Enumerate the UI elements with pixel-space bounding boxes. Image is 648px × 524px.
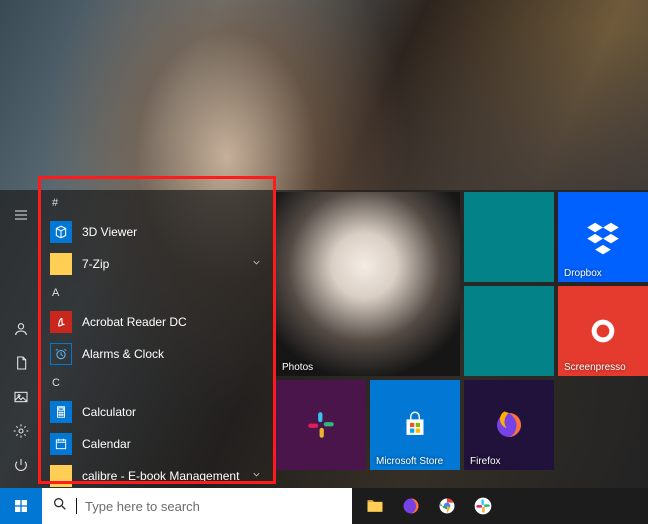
power-icon[interactable] [0, 448, 42, 482]
app-item-alarms[interactable]: Alarms & Clock [42, 338, 268, 370]
tile-label: Microsoft Store [376, 456, 443, 467]
section-head-a[interactable]: A [42, 280, 268, 306]
tile-area: Photos Dropbox Screenpresso Microsoft St… [272, 190, 648, 488]
app-item-3d-viewer[interactable]: 3D Viewer [42, 216, 268, 248]
app-label: Calendar [82, 437, 131, 451]
app-label: 7-Zip [82, 257, 109, 271]
section-head-c[interactable]: C [42, 370, 268, 396]
app-item-7zip[interactable]: 7-Zip [42, 248, 268, 280]
acrobat-icon [50, 311, 72, 333]
calendar-icon [50, 433, 72, 455]
settings-icon[interactable] [0, 414, 42, 448]
app-label: Acrobat Reader DC [82, 315, 187, 329]
app-label: Alarms & Clock [82, 347, 164, 361]
start-rail [0, 190, 42, 488]
pictures-icon[interactable] [0, 380, 42, 414]
tile-microsoft-store[interactable]: Microsoft Store [370, 380, 460, 470]
search-icon [52, 496, 68, 517]
taskbar-file-explorer[interactable] [358, 488, 392, 524]
taskbar-pinned-apps [352, 488, 500, 524]
folder-icon [50, 253, 72, 275]
tile-label: Dropbox [564, 268, 602, 279]
tile-dropbox[interactable]: Dropbox [558, 192, 648, 282]
tile-label: Screenpresso [564, 362, 626, 373]
tile-firefox[interactable]: Firefox [464, 380, 554, 470]
chevron-down-icon [251, 469, 262, 483]
section-head-hash[interactable]: # [42, 190, 268, 216]
tile-unknown-teal-2[interactable] [464, 286, 554, 376]
tile-photos[interactable]: Photos [276, 192, 460, 376]
app-label: 3D Viewer [82, 225, 137, 239]
app-label: calibre - E-book Management [82, 469, 239, 483]
text-cursor [76, 498, 77, 514]
clock-icon [50, 343, 72, 365]
tile-screenpresso[interactable]: Screenpresso [558, 286, 648, 376]
tile-label: Firefox [470, 456, 501, 467]
app-item-calendar[interactable]: Calendar [42, 428, 268, 460]
menu-icon[interactable] [0, 198, 42, 232]
chevron-down-icon [251, 257, 262, 271]
taskbar-search[interactable]: Type here to search [42, 488, 352, 524]
taskbar-slack[interactable] [466, 488, 500, 524]
folder-icon [50, 465, 72, 487]
tile-slack[interactable] [276, 380, 366, 470]
app-list: # 3D Viewer 7-Zip A Acrobat Reader DC [42, 190, 272, 488]
tile-label: Photos [282, 362, 313, 373]
taskbar-chrome[interactable] [430, 488, 464, 524]
start-button[interactable] [0, 488, 42, 524]
tile-unknown-teal[interactable] [464, 192, 554, 282]
documents-icon[interactable] [0, 346, 42, 380]
taskbar-firefox[interactable] [394, 488, 428, 524]
app-item-calibre[interactable]: calibre - E-book Management [42, 460, 268, 488]
taskbar: Type here to search [0, 488, 648, 524]
app-label: Calculator [82, 405, 136, 419]
start-menu: # 3D Viewer 7-Zip A Acrobat Reader DC [0, 190, 648, 488]
app-item-calculator[interactable]: Calculator [42, 396, 268, 428]
calculator-icon [50, 401, 72, 423]
cube-icon [50, 221, 72, 243]
user-icon[interactable] [0, 312, 42, 346]
app-item-acrobat[interactable]: Acrobat Reader DC [42, 306, 268, 338]
search-placeholder: Type here to search [85, 499, 200, 514]
